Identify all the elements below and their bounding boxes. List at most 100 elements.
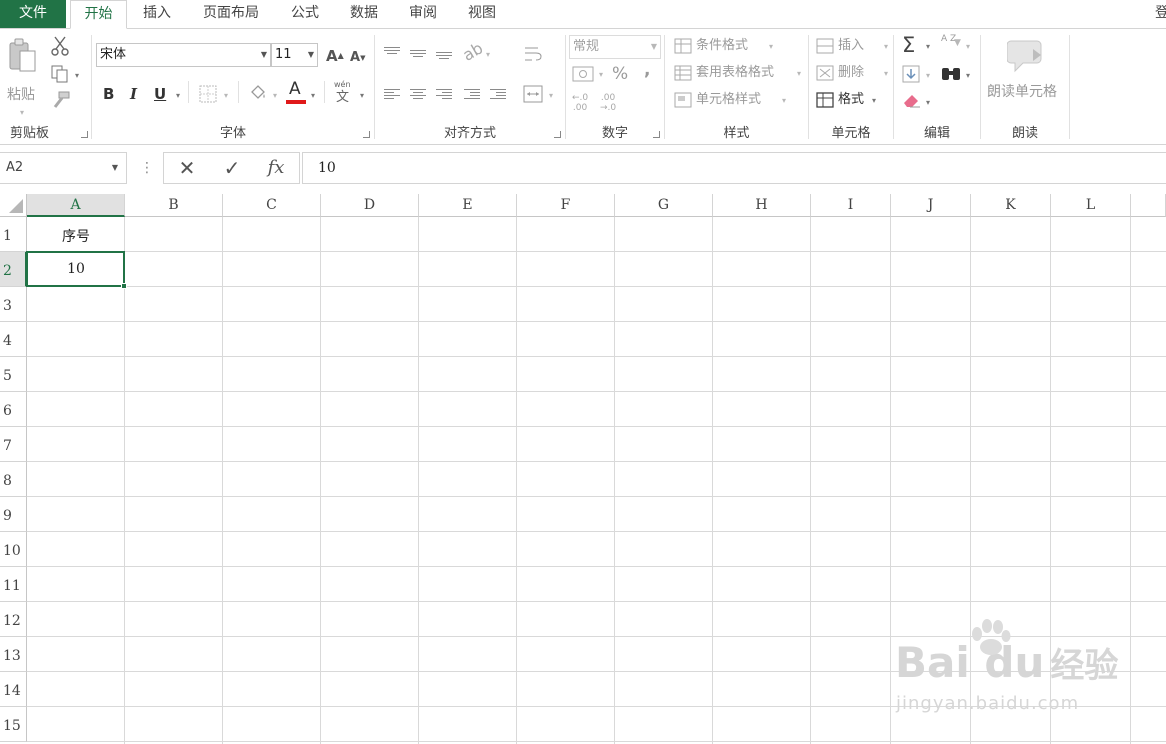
italic-button[interactable]: I <box>130 86 137 102</box>
fill-handle[interactable] <box>121 283 127 289</box>
clear-icon[interactable] <box>902 92 922 108</box>
align-center-icon[interactable] <box>410 89 426 101</box>
tab-insert[interactable]: 插入 <box>132 0 182 28</box>
comma-style-button[interactable]: , <box>644 62 650 79</box>
read-cells-button[interactable]: 朗读单元格 <box>983 37 1067 109</box>
increase-decimal-icon[interactable]: ←.0.00 <box>572 93 588 113</box>
row-header-12[interactable]: 12 <box>0 602 27 637</box>
percent-style-button[interactable]: % <box>612 66 628 83</box>
underline-button[interactable]: U <box>154 86 166 102</box>
font-launcher-icon[interactable] <box>363 131 370 138</box>
align-bottom-icon[interactable] <box>436 47 452 59</box>
cancel-icon[interactable]: ✕ <box>169 153 205 183</box>
orientation-icon[interactable]: ab <box>459 38 486 64</box>
row-header-14[interactable]: 14 <box>0 672 27 707</box>
column-header-f[interactable]: F <box>517 194 615 217</box>
tab-formulas[interactable]: 公式 <box>280 0 330 28</box>
row-header-8[interactable]: 8 <box>0 462 27 497</box>
shrink-font-button[interactable]: A▼ <box>350 50 365 66</box>
fill-color-icon[interactable] <box>248 83 268 103</box>
grow-font-button[interactable]: A▲ <box>326 48 344 64</box>
cell-styles-button[interactable]: 单元格样式 ▾ <box>674 91 804 111</box>
tab-view[interactable]: 视图 <box>457 0 507 28</box>
copy-dropdown-icon[interactable]: ▾ <box>75 72 79 80</box>
phonetic-guide-button[interactable]: wén 文 <box>332 80 362 107</box>
format-painter-icon[interactable] <box>51 91 71 109</box>
number-launcher-icon[interactable] <box>653 131 660 138</box>
sort-dropdown-icon[interactable]: ▾ <box>966 43 970 51</box>
column-header-e[interactable]: E <box>419 194 517 217</box>
row-header-2[interactable]: 2 <box>0 252 27 287</box>
font-size-select[interactable]: 11 ▼ <box>271 43 318 67</box>
underline-dropdown-icon[interactable]: ▾ <box>176 92 180 100</box>
number-format-select[interactable]: 常规 ▼ <box>569 35 661 59</box>
formula-bar-grip-icon[interactable]: ⋮ <box>140 159 154 177</box>
row-header-4[interactable]: 4 <box>0 322 27 357</box>
clear-dropdown-icon[interactable]: ▾ <box>926 99 930 107</box>
borders-icon[interactable] <box>199 85 217 103</box>
column-header-g[interactable]: G <box>615 194 713 217</box>
name-box[interactable]: A2 ▼ <box>0 152 127 184</box>
find-select-icon[interactable] <box>940 65 962 83</box>
font-color-dropdown-icon[interactable]: ▾ <box>311 92 315 100</box>
align-left-icon[interactable] <box>384 89 400 101</box>
column-header-h[interactable]: H <box>713 194 811 217</box>
tab-review[interactable]: 审阅 <box>398 0 448 28</box>
column-header-a[interactable]: A <box>27 194 125 217</box>
align-middle-icon[interactable] <box>410 47 426 59</box>
bold-button[interactable]: B <box>103 86 114 102</box>
row-header-1[interactable]: 1 <box>0 217 27 252</box>
decrease-decimal-icon[interactable]: .00 →.0 <box>600 93 616 113</box>
row-header-5[interactable]: 5 <box>0 357 27 392</box>
merge-center-icon[interactable] <box>523 85 543 103</box>
tab-data[interactable]: 数据 <box>339 0 389 28</box>
column-header-d[interactable]: D <box>321 194 419 217</box>
fill-color-dropdown-icon[interactable]: ▾ <box>273 92 277 100</box>
decrease-indent-icon[interactable] <box>464 89 480 101</box>
merge-dropdown-icon[interactable]: ▾ <box>549 92 553 100</box>
column-header-j[interactable]: J <box>891 194 971 217</box>
row-header-11[interactable]: 11 <box>0 567 27 602</box>
row-header-3[interactable]: 3 <box>0 287 27 322</box>
increase-indent-icon[interactable] <box>490 89 506 101</box>
find-dropdown-icon[interactable]: ▾ <box>966 72 970 80</box>
row-header-15[interactable]: 15 <box>0 707 27 742</box>
sign-in-link[interactable]: 登 <box>1155 0 1166 28</box>
cell-a1[interactable]: 序号 <box>27 226 125 248</box>
column-header-l[interactable]: L <box>1051 194 1131 217</box>
accounting-dropdown-icon[interactable]: ▾ <box>599 71 603 79</box>
sort-filter-icon[interactable]: A Z <box>941 35 956 44</box>
enter-icon[interactable]: ✓ <box>214 153 250 183</box>
align-top-icon[interactable] <box>384 47 400 59</box>
font-color-button[interactable]: A <box>285 81 309 105</box>
align-right-icon[interactable] <box>436 89 452 101</box>
cut-icon[interactable] <box>51 36 69 56</box>
column-header-k[interactable]: K <box>971 194 1051 217</box>
alignment-launcher-icon[interactable] <box>554 131 561 138</box>
font-name-select[interactable]: 宋体 ▼ <box>96 43 271 67</box>
copy-icon[interactable] <box>51 65 69 83</box>
fill-dropdown-icon[interactable]: ▾ <box>926 72 930 80</box>
select-all-button[interactable] <box>0 194 27 217</box>
fill-down-icon[interactable] <box>902 65 920 83</box>
paste-button[interactable]: 粘贴 ▾ <box>6 37 42 125</box>
column-header-c[interactable]: C <box>223 194 321 217</box>
format-cells-button[interactable]: 格式 ▾ <box>816 91 891 111</box>
conditional-formatting-button[interactable]: 条件格式 ▾ <box>674 37 804 57</box>
delete-cells-button[interactable]: 删除 ▾ <box>816 64 891 84</box>
row-header-13[interactable]: 13 <box>0 637 27 672</box>
tab-page-layout[interactable]: 页面布局 <box>193 0 269 28</box>
tab-file[interactable]: 文件 <box>0 0 66 28</box>
insert-cells-button[interactable]: 插入 ▾ <box>816 37 891 57</box>
tab-home[interactable]: 开始 <box>70 0 127 29</box>
format-as-table-button[interactable]: 套用表格格式 ▾ <box>674 64 804 84</box>
accounting-format-icon[interactable] <box>572 66 594 82</box>
row-header-10[interactable]: 10 <box>0 532 27 567</box>
clipboard-launcher-icon[interactable] <box>81 131 88 138</box>
phonetic-dropdown-icon[interactable]: ▾ <box>360 92 364 100</box>
autosum-button[interactable]: Σ <box>902 33 915 57</box>
insert-function-icon[interactable]: fx <box>258 153 294 183</box>
autosum-dropdown-icon[interactable]: ▾ <box>926 43 930 51</box>
borders-dropdown-icon[interactable]: ▾ <box>224 92 228 100</box>
paste-dropdown-icon[interactable]: ▾ <box>20 109 24 117</box>
